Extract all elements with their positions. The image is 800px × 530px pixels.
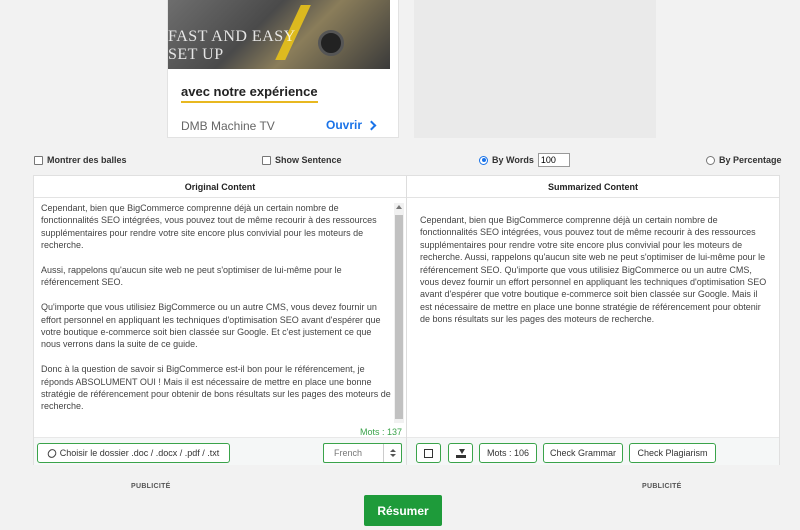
original-panel: Original Content Cependant, bien que Big… <box>34 176 407 465</box>
original-textarea[interactable]: Cependant, bien que BigCommerce comprenn… <box>41 202 391 424</box>
summary-panel: Summarized Content Cependant, bien que B… <box>407 176 779 465</box>
show-bullets-label: Montrer des balles <box>47 155 127 165</box>
scroll-thumb[interactable] <box>395 215 403 419</box>
ad-card[interactable]: FAST AND EASY SET UP avec notre expérien… <box>167 0 399 138</box>
copy-icon <box>421 445 433 458</box>
ad-headline[interactable]: avec notre expérience <box>181 84 318 103</box>
word-count-input[interactable] <box>537 153 570 167</box>
by-percentage-radio[interactable] <box>706 155 715 165</box>
language-value: French <box>334 448 363 458</box>
paperclip-icon <box>45 446 58 460</box>
ad-label-right: PUBLICITÉ <box>642 483 682 490</box>
original-title: Original Content <box>34 176 406 198</box>
ad-brand: DMB Machine TV <box>181 119 275 133</box>
ad-image-caption: FAST AND EASY SET UP <box>168 28 296 63</box>
wheel-graphic <box>318 30 344 56</box>
original-paragraph: Qu'importe que vous utilisiez BigCommerc… <box>41 302 381 350</box>
by-words-radio[interactable] <box>479 155 488 165</box>
show-sentence-checkbox[interactable] <box>262 155 271 165</box>
original-toolbar: Choisir le dossier .doc / .docx / .pdf /… <box>34 437 406 465</box>
by-percentage-label: By Percentage <box>719 155 782 165</box>
show-sentence-label: Show Sentence <box>275 155 342 165</box>
original-paragraph: Cependant, bien que BigCommerce comprenn… <box>41 203 377 251</box>
ad-placeholder <box>414 0 656 138</box>
ad-open-link[interactable]: Ouvrir <box>326 118 377 132</box>
choose-file-label: Choisir le dossier .doc / .docx / .pdf /… <box>59 448 220 458</box>
options-bar: Montrer des balles Show Sentence By Word… <box>26 150 800 170</box>
by-words-option[interactable]: By Words <box>479 153 570 167</box>
download-icon <box>455 448 466 458</box>
show-bullets-option[interactable]: Montrer des balles <box>34 155 127 165</box>
summary-title: Summarized Content <box>407 176 779 198</box>
summary-word-count: Mots : 106 <box>479 443 537 463</box>
ad-label-left: PUBLICITÉ <box>131 483 171 490</box>
scroll-up-icon[interactable] <box>396 205 402 209</box>
check-plagiarism-button[interactable]: Check Plagiarism <box>629 443 716 463</box>
original-word-count: Mots : 137 <box>359 427 402 437</box>
select-arrows-icon <box>383 444 401 462</box>
summarize-button[interactable]: Résumer <box>364 495 442 526</box>
chevron-right-icon <box>366 120 377 130</box>
by-percentage-option[interactable]: By Percentage <box>706 155 782 165</box>
original-paragraph: Donc à la question de savoir si BigComme… <box>41 364 391 412</box>
ad-open-label: Ouvrir <box>326 118 363 132</box>
summary-toolbar: Mots : 106 Check Grammar Check Plagiaris… <box>407 437 779 465</box>
copy-button[interactable] <box>416 443 441 463</box>
original-scrollbar[interactable] <box>394 203 404 423</box>
content-panels: Original Content Cependant, bien que Big… <box>33 175 780 465</box>
choose-file-button[interactable]: Choisir le dossier .doc / .docx / .pdf /… <box>37 443 230 463</box>
download-button[interactable] <box>448 443 473 463</box>
check-grammar-button[interactable]: Check Grammar <box>543 443 623 463</box>
summary-text: Cependant, bien que BigCommerce comprenn… <box>420 215 767 325</box>
ad-image[interactable]: FAST AND EASY SET UP <box>168 0 390 69</box>
show-sentence-option[interactable]: Show Sentence <box>262 155 342 165</box>
by-words-label: By Words <box>492 155 534 165</box>
language-select[interactable]: French <box>323 443 402 463</box>
show-bullets-checkbox[interactable] <box>34 155 43 165</box>
original-paragraph: Aussi, rappelons qu'aucun site web ne pe… <box>41 265 342 288</box>
